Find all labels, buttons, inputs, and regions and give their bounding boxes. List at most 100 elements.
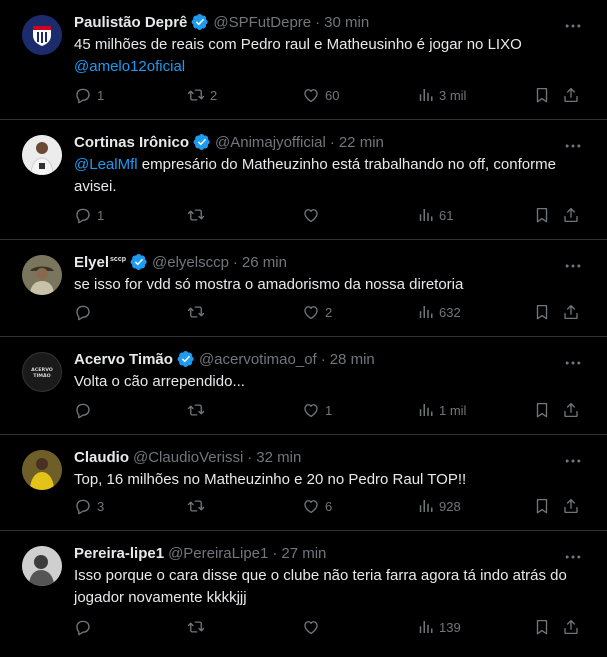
tweet-header: Pereira-lipe1 @PereiraLipe1 · 27 min <box>74 543 591 563</box>
display-name[interactable]: Paulistão Deprê <box>74 14 187 31</box>
avatar[interactable] <box>22 546 62 586</box>
views-button[interactable]: 61 <box>416 205 453 225</box>
views-button[interactable]: 928 <box>416 496 461 516</box>
avatar[interactable] <box>22 450 62 490</box>
retweet-button[interactable] <box>187 496 210 516</box>
reply-button[interactable] <box>74 400 97 420</box>
user-handle[interactable]: @ClaudioVerissi <box>133 449 243 466</box>
reply-button[interactable]: 3 <box>74 496 104 516</box>
retweet-button[interactable] <box>187 205 210 225</box>
mention-link[interactable]: @amelo12oficial <box>74 58 185 75</box>
tweet-body: Volta o cão arrependido... <box>74 373 245 390</box>
tweet-header: Claudio @ClaudioVerissi · 32 min <box>74 447 591 467</box>
avatar-text-line-1: ACERVO <box>31 367 53 373</box>
separator: · <box>247 448 253 466</box>
tweet-header: Acervo Timão @acervotimao_of · 28 min <box>74 349 591 369</box>
like-button[interactable]: 60 <box>302 85 339 105</box>
reply-count: 1 <box>97 87 105 103</box>
display-name[interactable]: Acervo Timão <box>74 351 173 368</box>
more-icon[interactable] <box>563 256 583 276</box>
tweet-body: empresário do Matheuzinho está trabalhan… <box>74 156 556 195</box>
user-handle[interactable]: @acervotimao_of <box>199 351 317 368</box>
bookmark-button[interactable] <box>533 617 551 637</box>
heart-icon <box>302 401 320 419</box>
retweet-button[interactable] <box>187 302 210 322</box>
like-button[interactable]: 2 <box>302 302 332 322</box>
mention-link[interactable]: @LealMfl <box>74 156 138 173</box>
avatar[interactable] <box>22 15 62 55</box>
timestamp[interactable]: 30 min <box>324 14 369 31</box>
reply-button[interactable]: 1 <box>74 205 104 225</box>
display-name[interactable]: Pereira-lipe1 <box>74 545 164 562</box>
like-button[interactable] <box>302 617 325 637</box>
share-button[interactable] <box>562 205 580 225</box>
views-button[interactable]: 632 <box>416 302 461 322</box>
more-icon[interactable] <box>563 16 583 36</box>
like-button[interactable] <box>302 205 325 225</box>
tweet-header: Paulistão Deprê @SPFutDepre · 30 min <box>74 12 591 32</box>
user-handle[interactable]: @Animajyofficial <box>215 134 326 151</box>
bookmark-button[interactable] <box>533 496 551 516</box>
separator: · <box>320 350 326 368</box>
more-icon[interactable] <box>563 136 583 156</box>
reply-button[interactable] <box>74 302 97 322</box>
reply-button[interactable] <box>74 617 97 637</box>
action-bar: 1 2 60 3 mil <box>74 85 593 105</box>
tweet-text: se isso for vdd só mostra o amadorismo d… <box>74 274 591 296</box>
share-button[interactable] <box>562 85 580 105</box>
views-button[interactable]: 139 <box>416 617 461 637</box>
tweet[interactable]: Elyelsccp @elyelsccp · 26 min se isso fo… <box>0 240 607 337</box>
verified-badge-icon <box>193 133 211 151</box>
timestamp[interactable]: 27 min <box>281 545 326 562</box>
bookmark-button[interactable] <box>533 302 551 322</box>
retweet-button[interactable] <box>187 617 210 637</box>
tweet[interactable]: Claudio @ClaudioVerissi · 32 min Top, 16… <box>0 435 607 531</box>
bookmark-button[interactable] <box>533 85 551 105</box>
display-name[interactable]: Elyelsccp <box>74 254 126 271</box>
views-chart-icon <box>416 86 434 104</box>
bookmark-button[interactable] <box>533 205 551 225</box>
retweet-button[interactable] <box>187 400 210 420</box>
like-button[interactable]: 1 <box>302 400 332 420</box>
retweet-button[interactable]: 2 <box>187 85 217 105</box>
retweet-icon <box>187 303 205 321</box>
tweet[interactable]: Cortinas Irônico @Animajyofficial · 22 m… <box>0 120 607 240</box>
avatar[interactable] <box>22 255 62 295</box>
more-icon[interactable] <box>563 353 583 373</box>
heart-icon <box>302 206 320 224</box>
reply-icon <box>74 618 92 636</box>
more-icon[interactable] <box>563 547 583 567</box>
like-button[interactable]: 6 <box>302 496 332 516</box>
tweet[interactable]: ACERVO TIMÃO Acervo Timão @acervotimao_o… <box>0 337 607 435</box>
tweet[interactable]: Paulistão Deprê @SPFutDepre · 30 min 45 … <box>0 0 607 120</box>
like-count: 60 <box>325 87 340 103</box>
views-chart-icon <box>416 206 434 224</box>
share-button[interactable] <box>562 400 580 420</box>
avatar[interactable] <box>22 135 62 175</box>
user-handle[interactable]: @PereiraLipe1 <box>168 545 268 562</box>
timestamp[interactable]: 28 min <box>330 351 375 368</box>
user-handle[interactable]: @SPFutDepre <box>213 14 311 31</box>
reply-button[interactable]: 1 <box>74 85 104 105</box>
avatar[interactable]: ACERVO TIMÃO <box>22 352 62 392</box>
share-button[interactable] <box>562 617 580 637</box>
timestamp[interactable]: 32 min <box>256 449 301 466</box>
tweet[interactable]: Pereira-lipe1 @PereiraLipe1 · 27 min Iss… <box>0 531 607 657</box>
share-button[interactable] <box>562 496 580 516</box>
bookmark-button[interactable] <box>533 400 551 420</box>
reply-icon <box>74 206 92 224</box>
heart-icon <box>302 303 320 321</box>
views-button[interactable]: 3 mil <box>416 85 466 105</box>
views-button[interactable]: 1 mil <box>416 400 466 420</box>
share-icon <box>562 86 580 104</box>
like-count: 2 <box>325 304 333 320</box>
more-icon[interactable] <box>563 451 583 471</box>
user-handle[interactable]: @elyelsccp <box>152 254 229 271</box>
share-button[interactable] <box>562 302 580 322</box>
timestamp[interactable]: 22 min <box>339 134 384 151</box>
display-name[interactable]: Cortinas Irônico <box>74 134 189 151</box>
separator: · <box>272 544 278 562</box>
heart-icon <box>302 86 320 104</box>
display-name[interactable]: Claudio <box>74 449 129 466</box>
timestamp[interactable]: 26 min <box>242 254 287 271</box>
